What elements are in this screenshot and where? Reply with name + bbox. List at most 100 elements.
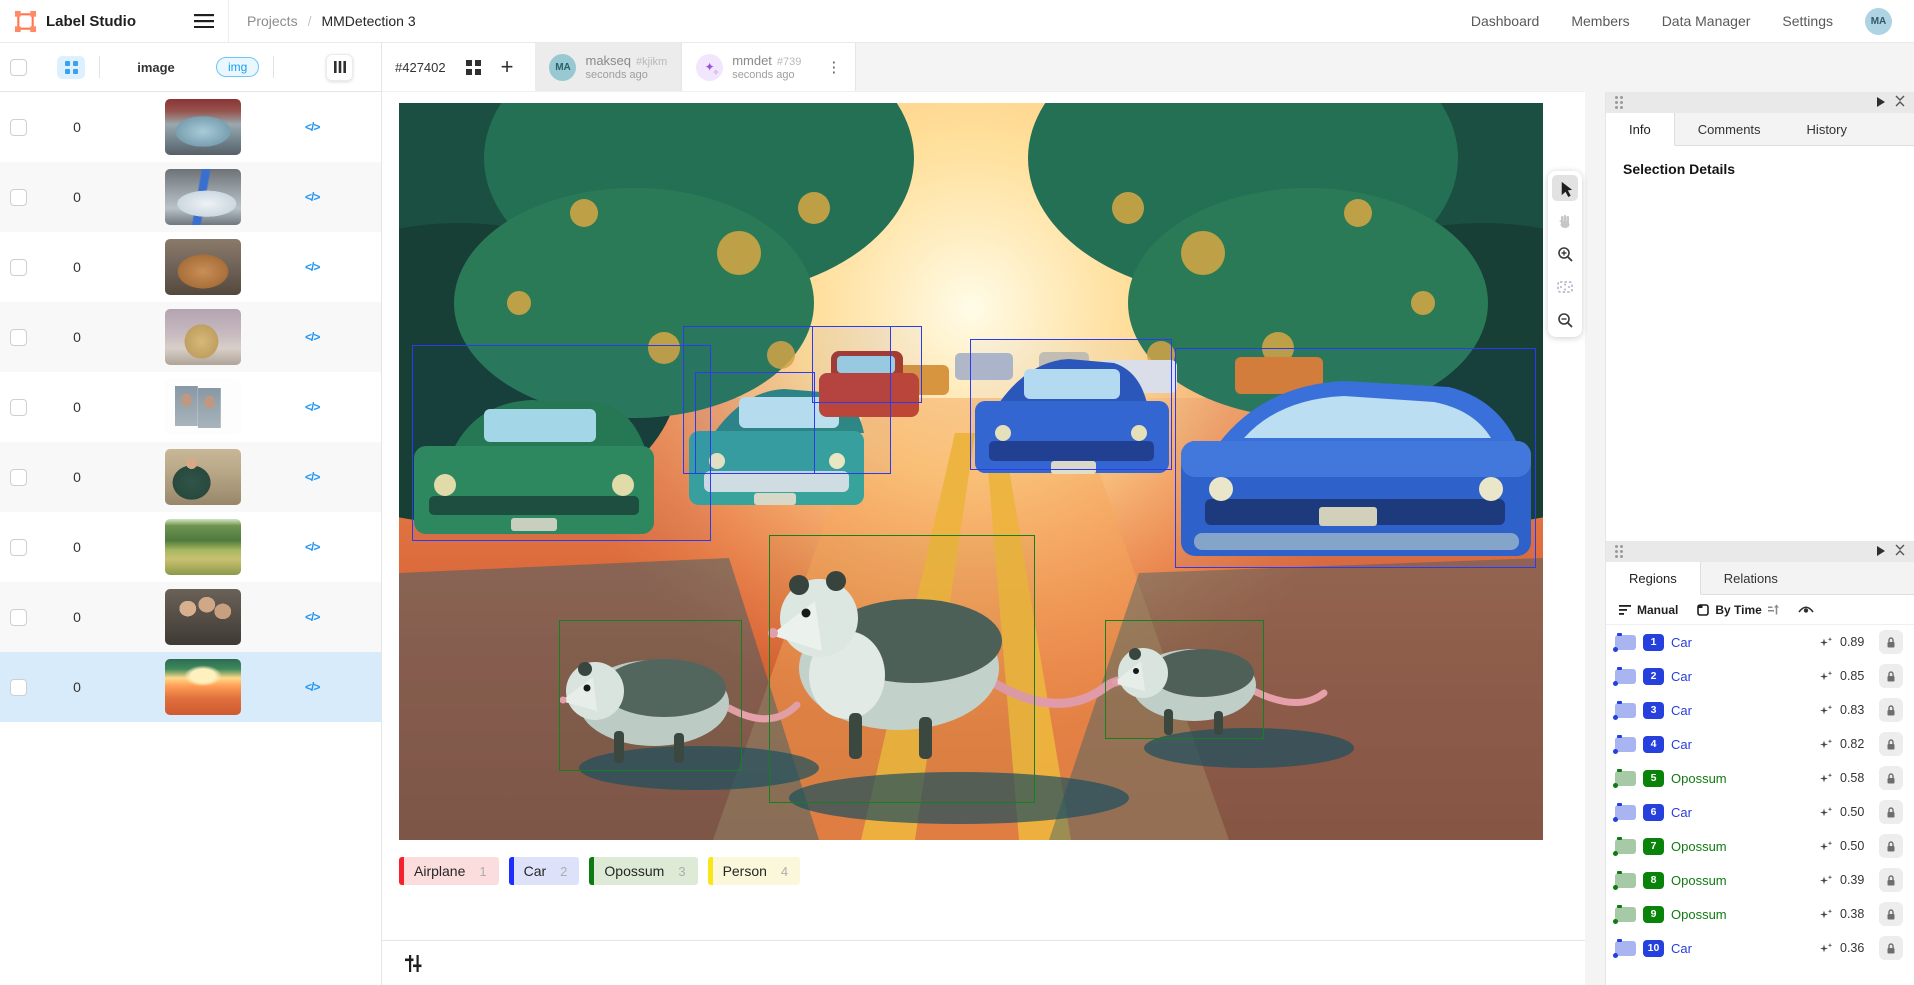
user-avatar[interactable]: MA	[1865, 8, 1892, 35]
info-panel-dragbar[interactable]	[1606, 92, 1914, 113]
nav-dashboard[interactable]: Dashboard	[1471, 13, 1540, 29]
nav-data-manager[interactable]: Data Manager	[1662, 13, 1751, 29]
lock-icon[interactable]	[1879, 732, 1903, 756]
table-row[interactable]: 0 </>	[0, 92, 381, 162]
add-annotation-button[interactable]: +	[501, 56, 514, 78]
region-row[interactable]: 2 Car 0.85	[1606, 659, 1914, 693]
column-type-tag[interactable]: img	[216, 57, 259, 77]
row-checkbox[interactable]	[10, 189, 27, 206]
annotation-tab-makseq[interactable]: MA makseq#kjikm seconds ago	[535, 43, 681, 91]
bbox-car-6[interactable]	[1175, 348, 1537, 568]
lock-icon[interactable]	[1879, 664, 1903, 688]
table-row[interactable]: 0 </>	[0, 232, 381, 302]
column-header-image[interactable]: image	[108, 60, 204, 75]
thumbnail-police-car[interactable]	[165, 169, 241, 225]
code-icon[interactable]: </>	[305, 540, 319, 554]
thumbnail-dog-in-crate[interactable]	[165, 239, 241, 295]
nav-members[interactable]: Members	[1571, 13, 1629, 29]
row-checkbox[interactable]	[10, 609, 27, 626]
nav-settings[interactable]: Settings	[1782, 13, 1833, 29]
code-icon[interactable]: </>	[305, 610, 319, 624]
regions-panel-dragbar[interactable]	[1606, 541, 1914, 562]
lock-icon[interactable]	[1879, 936, 1903, 960]
select-all-checkbox[interactable]	[10, 59, 27, 76]
toggle-visibility-eye-icon[interactable]	[1798, 604, 1814, 615]
code-icon[interactable]: </>	[305, 470, 319, 484]
region-row[interactable]: 3 Car 0.83	[1606, 693, 1914, 727]
grid-view-icon[interactable]	[57, 56, 85, 79]
region-row[interactable]: 8 Opossum 0.39	[1606, 863, 1914, 897]
thumbnail-portrait-photos[interactable]	[165, 379, 241, 435]
lock-icon[interactable]	[1879, 800, 1903, 824]
code-icon[interactable]: </>	[305, 330, 319, 344]
code-icon[interactable]: </>	[305, 400, 319, 414]
thumbnail-classic-car[interactable]	[165, 99, 241, 155]
region-row[interactable]: 10 Car 0.36	[1606, 931, 1914, 965]
table-row[interactable]: 0 </>	[0, 442, 381, 512]
breadcrumb-projects[interactable]: Projects	[247, 13, 298, 29]
code-icon[interactable]: </>	[305, 190, 319, 204]
sort-by-button[interactable]: By Time	[1697, 603, 1778, 617]
thumbnail-group-photo[interactable]	[165, 589, 241, 645]
zoom-in-icon[interactable]	[1552, 241, 1578, 267]
code-icon[interactable]: </>	[305, 260, 319, 274]
settings-sliders-icon[interactable]	[403, 954, 423, 976]
region-row[interactable]: 6 Car 0.50	[1606, 795, 1914, 829]
region-row[interactable]: 5 Opossum 0.58	[1606, 761, 1914, 795]
lock-icon[interactable]	[1879, 834, 1903, 858]
lock-icon[interactable]	[1879, 698, 1903, 722]
row-checkbox[interactable]	[10, 539, 27, 556]
label-car[interactable]: Car2	[509, 857, 580, 885]
region-row[interactable]: 7 Opossum 0.50	[1606, 829, 1914, 863]
bbox-opossum-3[interactable]	[1105, 620, 1264, 739]
zoom-out-icon[interactable]	[1552, 307, 1578, 333]
drag-handle-icon[interactable]	[1615, 96, 1623, 109]
group-by-button[interactable]: Manual	[1619, 603, 1678, 617]
annotation-canvas[interactable]	[399, 103, 1543, 840]
row-checkbox[interactable]	[10, 679, 27, 696]
grid-view-toggle-icon[interactable]	[466, 60, 481, 75]
hamburger-menu-icon[interactable]	[194, 14, 214, 28]
table-row[interactable]: 0 </>	[0, 302, 381, 372]
row-checkbox[interactable]	[10, 329, 27, 346]
code-icon[interactable]: </>	[305, 680, 319, 694]
label-airplane[interactable]: Airplane1	[399, 857, 499, 885]
region-row[interactable]: 1 Car 0.89	[1606, 625, 1914, 659]
lock-icon[interactable]	[1879, 630, 1903, 654]
columns-settings-button[interactable]	[326, 54, 353, 81]
lock-icon[interactable]	[1879, 868, 1903, 892]
row-checkbox[interactable]	[10, 119, 27, 136]
thumbnail-man-at-desk[interactable]	[165, 449, 241, 505]
pan-tool-icon[interactable]	[1552, 208, 1578, 234]
collapse-panel-icon[interactable]	[1895, 95, 1905, 110]
table-row[interactable]: 0 </>	[0, 372, 381, 442]
select-tool-icon[interactable]	[1552, 175, 1578, 201]
label-studio-logo-icon[interactable]	[14, 10, 37, 33]
tab-info[interactable]: Info	[1606, 113, 1675, 146]
tab-relations[interactable]: Relations	[1701, 562, 1801, 594]
code-icon[interactable]: </>	[305, 120, 319, 134]
bbox-opossum-2[interactable]	[769, 535, 1036, 803]
bbox-car-4[interactable]	[695, 372, 815, 474]
row-checkbox[interactable]	[10, 259, 27, 276]
kebab-menu-icon[interactable]: ⋮	[826, 58, 841, 76]
expand-right-icon[interactable]	[1877, 544, 1885, 559]
collapse-panel-icon[interactable]	[1895, 544, 1905, 559]
thumbnail-jungle-river[interactable]	[165, 519, 241, 575]
label-person[interactable]: Person4	[708, 857, 801, 885]
table-row[interactable]: 0 </>	[0, 582, 381, 652]
thumbnail-traffic-scene[interactable]	[165, 659, 241, 715]
bbox-car-1[interactable]	[412, 345, 712, 540]
row-checkbox[interactable]	[10, 469, 27, 486]
annotation-tab-mmdet[interactable]: ✦✧ mmdet#739 seconds ago ⋮	[681, 43, 856, 91]
table-row-selected[interactable]: 0 </>	[0, 652, 381, 722]
thumbnail-standing-dog[interactable]	[165, 309, 241, 365]
region-row[interactable]: 9 Opossum 0.38	[1606, 897, 1914, 931]
bbox-opossum-1[interactable]	[559, 620, 742, 771]
lock-icon[interactable]	[1879, 902, 1903, 926]
bbox-car-3[interactable]	[812, 326, 922, 403]
lock-icon[interactable]	[1879, 766, 1903, 790]
tab-regions[interactable]: Regions	[1606, 562, 1701, 595]
region-row[interactable]: 4 Car 0.82	[1606, 727, 1914, 761]
drag-handle-icon[interactable]	[1615, 545, 1623, 558]
